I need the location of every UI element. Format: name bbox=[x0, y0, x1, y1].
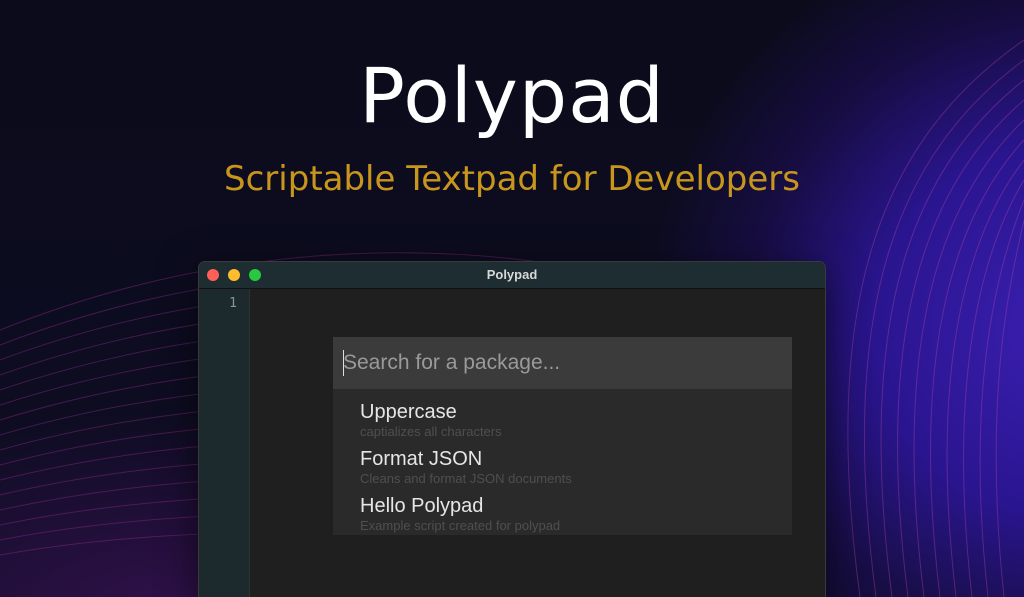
text-cursor bbox=[343, 350, 344, 376]
package-result-item[interactable]: Uppercase captializes all characters bbox=[333, 401, 792, 448]
package-name: Uppercase bbox=[360, 401, 457, 423]
package-results-list: Uppercase captializes all characters For… bbox=[333, 389, 792, 542]
line-number: 1 bbox=[229, 296, 237, 311]
package-result-item[interactable]: Hello Polypad Example script created for… bbox=[333, 495, 792, 542]
package-description: Example script created for polypad bbox=[360, 518, 561, 533]
line-number-gutter: 1 bbox=[199, 289, 250, 597]
package-result-item[interactable]: Format JSON Cleans and format JSON docum… bbox=[333, 448, 792, 495]
window-title: Polypad bbox=[486, 267, 538, 282]
hero-subtitle: Scriptable Textpad for Developers bbox=[224, 159, 800, 199]
window-titlebar[interactable]: Polypad bbox=[199, 262, 825, 289]
package-search-input[interactable] bbox=[333, 337, 792, 389]
editor-area[interactable]: Uppercase captializes all characters For… bbox=[250, 289, 825, 597]
package-description: captializes all characters bbox=[360, 424, 502, 439]
package-description: Cleans and format JSON documents bbox=[360, 471, 572, 486]
package-name: Hello Polypad bbox=[360, 495, 484, 517]
hero-title: Polypad bbox=[359, 51, 665, 140]
promo-background: Polypad Scriptable Textpad for Developer… bbox=[0, 0, 1024, 597]
app-window: Polypad 1 Uppercase captializes all char… bbox=[199, 262, 825, 597]
package-search-palette: Uppercase captializes all characters For… bbox=[333, 337, 792, 535]
package-name: Format JSON bbox=[360, 448, 483, 470]
